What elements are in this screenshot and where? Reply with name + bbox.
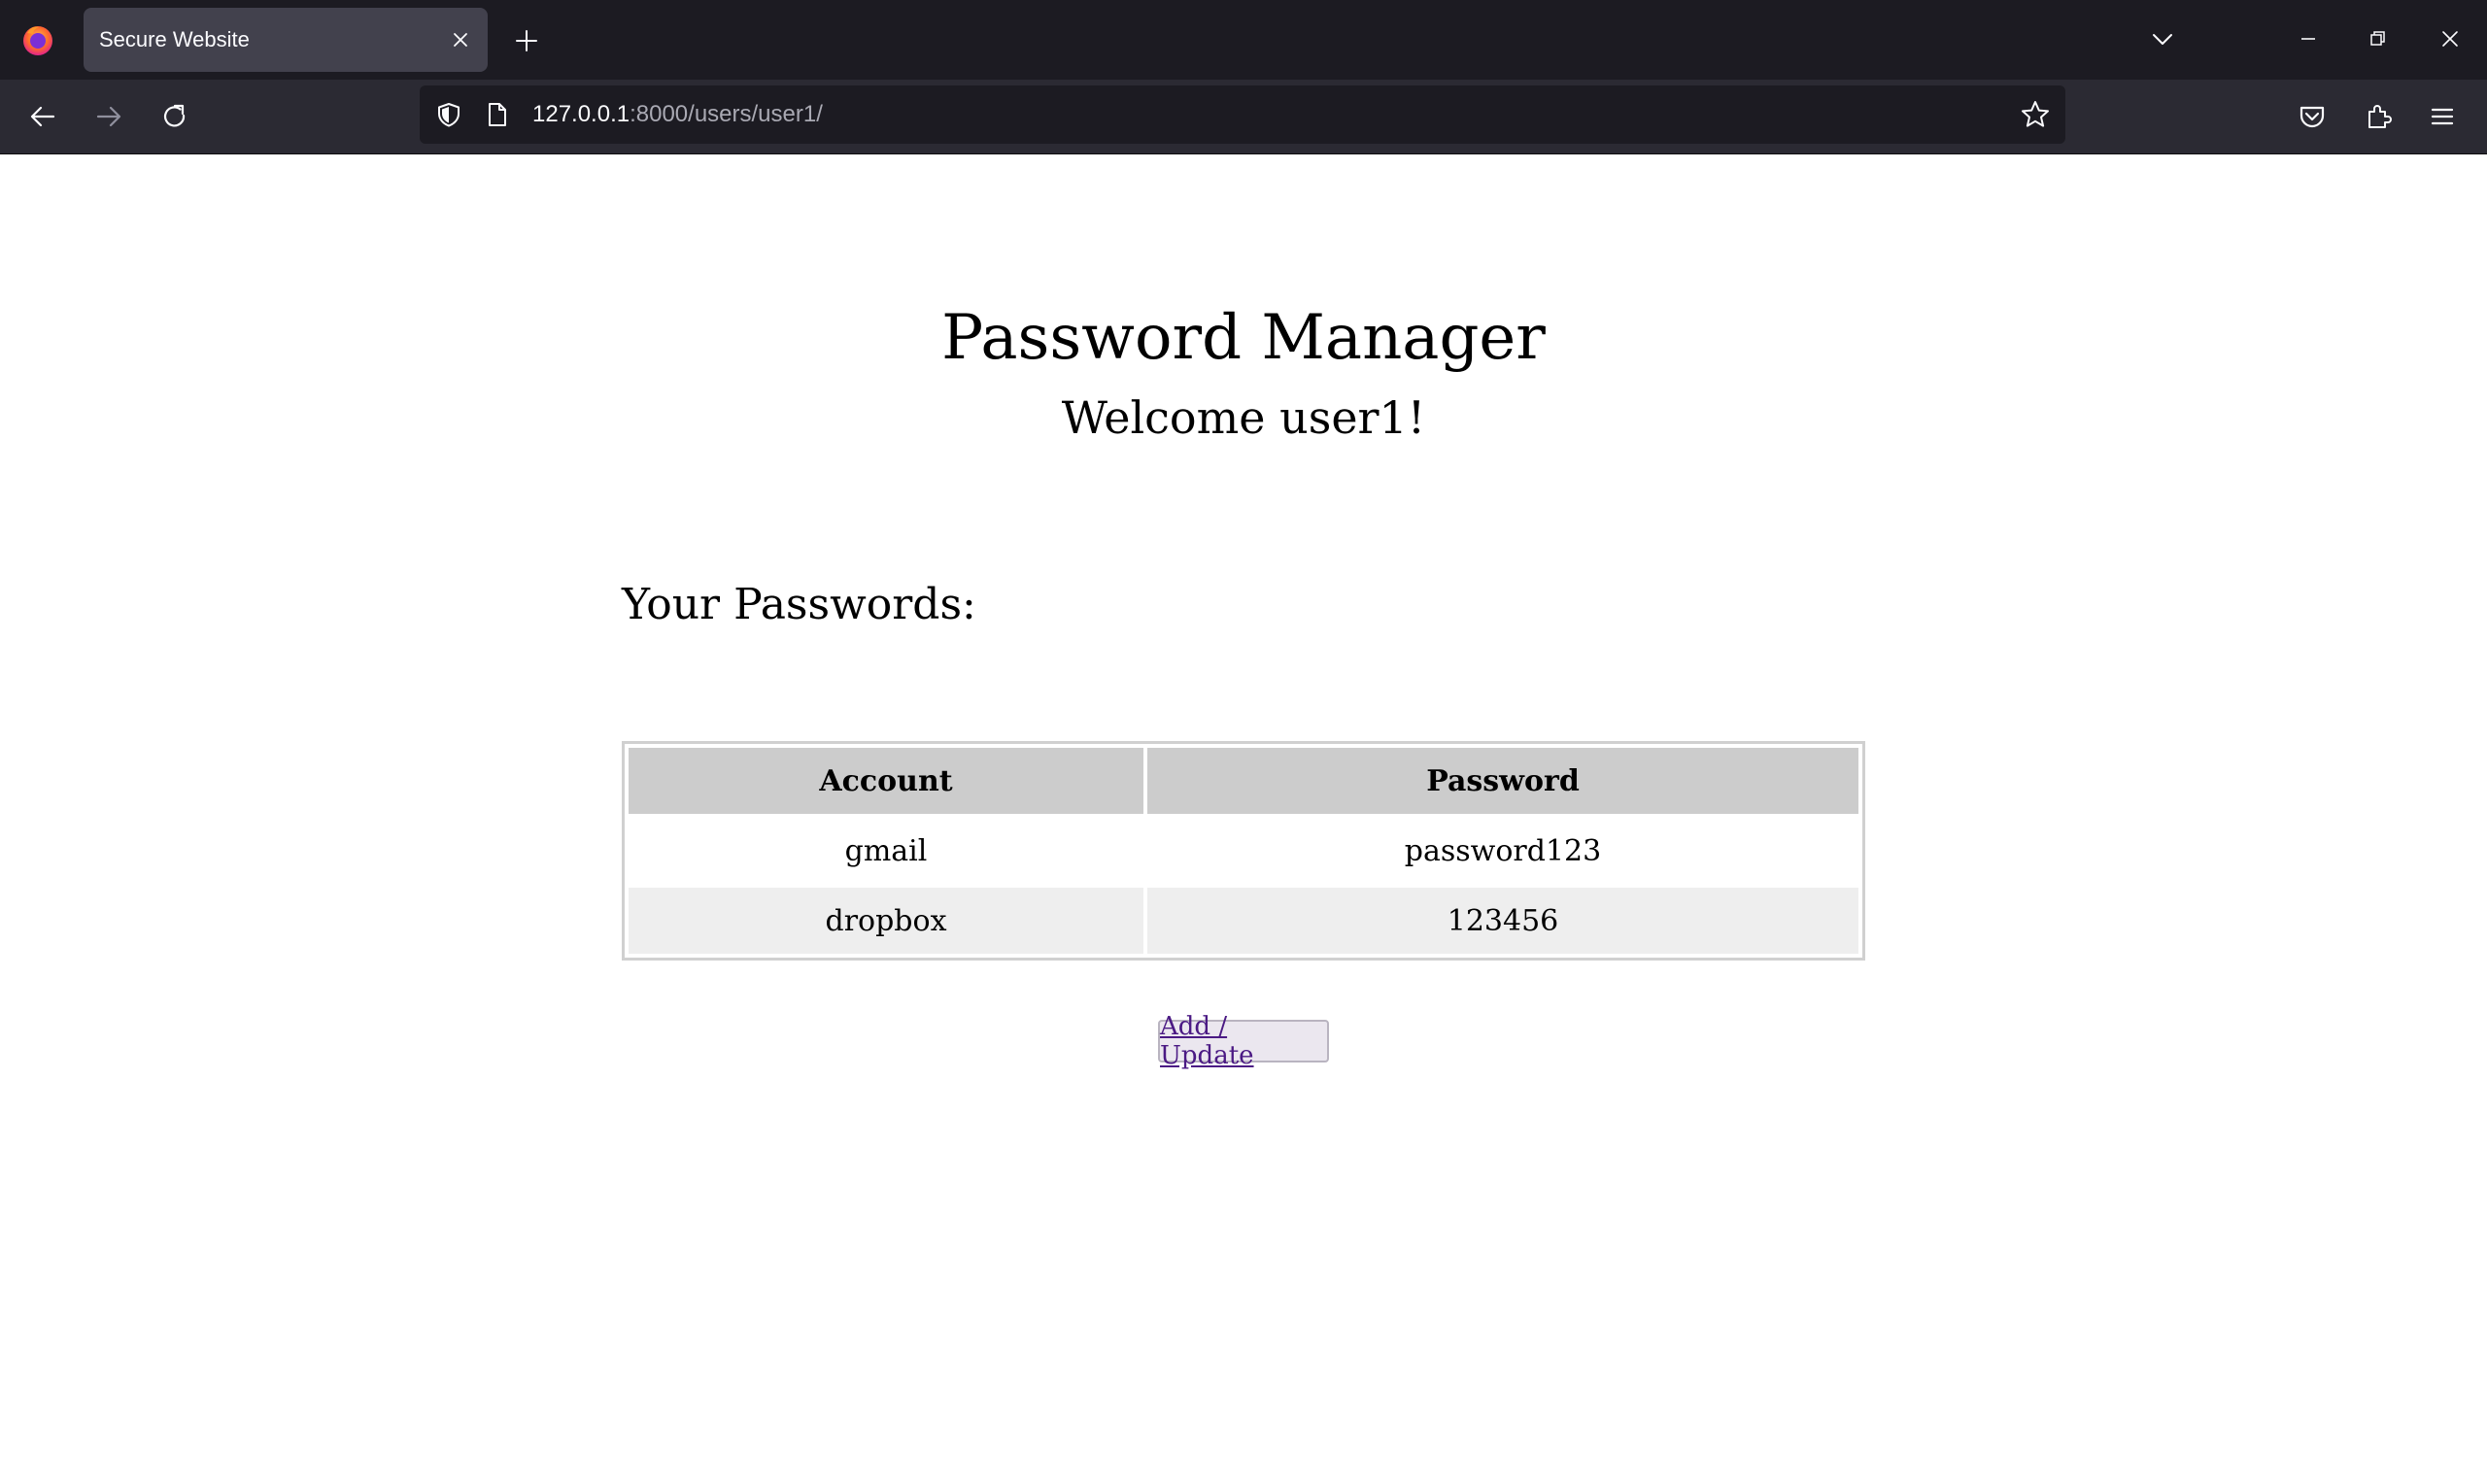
table-row: dropbox 123456 xyxy=(629,888,1858,954)
add-update-button[interactable]: Add / Update xyxy=(1158,1012,1329,1070)
firefox-icon xyxy=(21,23,54,56)
restore-icon[interactable] xyxy=(2361,21,2396,56)
arrow-right-icon[interactable] xyxy=(89,97,128,136)
account-cell: dropbox xyxy=(629,888,1143,954)
url-host: 127.0.0.1 xyxy=(532,101,630,127)
browser-navbar: 127.0.0.1:8000/users/user1/ xyxy=(0,80,2487,154)
pocket-icon[interactable] xyxy=(2293,97,2332,136)
section-heading-passwords: Your Passwords: xyxy=(622,580,976,629)
page-icon[interactable] xyxy=(482,99,513,130)
table-row: gmail password123 xyxy=(629,818,1858,884)
chevron-down-icon[interactable] xyxy=(2145,21,2180,56)
hamburger-menu-icon[interactable] xyxy=(2423,97,2462,136)
url-path: :8000/users/user1/ xyxy=(630,101,823,127)
star-icon[interactable] xyxy=(2019,98,2052,131)
puzzle-icon[interactable] xyxy=(2359,97,2398,136)
shield-icon[interactable] xyxy=(433,99,464,130)
passwords-table: Account Password gmail password123 dropb… xyxy=(622,741,1865,961)
column-header-account: Account xyxy=(629,748,1143,814)
arrow-left-icon[interactable] xyxy=(23,97,62,136)
plus-icon[interactable] xyxy=(509,23,544,58)
column-header-password: Password xyxy=(1147,748,1858,814)
close-icon[interactable] xyxy=(447,26,474,53)
page-title: Password Manager xyxy=(941,302,1546,374)
welcome-heading: Welcome user1! xyxy=(1061,391,1426,444)
minimize-icon[interactable] xyxy=(2291,21,2326,56)
account-cell: gmail xyxy=(844,833,928,868)
table-header-row: Account Password xyxy=(629,748,1858,814)
tab-title: Secure Website xyxy=(99,27,250,51)
close-window-icon[interactable] xyxy=(2433,21,2468,56)
url-bar[interactable]: 127.0.0.1:8000/users/user1/ xyxy=(420,85,2065,144)
browser-titlebar: Secure Website xyxy=(0,0,2487,80)
url-text[interactable]: 127.0.0.1:8000/users/user1/ xyxy=(532,85,823,144)
tab-secure-website[interactable]: Secure Website xyxy=(84,8,488,72)
password-cell: password123 xyxy=(1404,833,1602,868)
reload-icon[interactable] xyxy=(155,97,194,136)
password-cell: 123456 xyxy=(1147,888,1858,954)
page-content: Password Manager Welcome user1! Your Pas… xyxy=(0,154,2487,1484)
